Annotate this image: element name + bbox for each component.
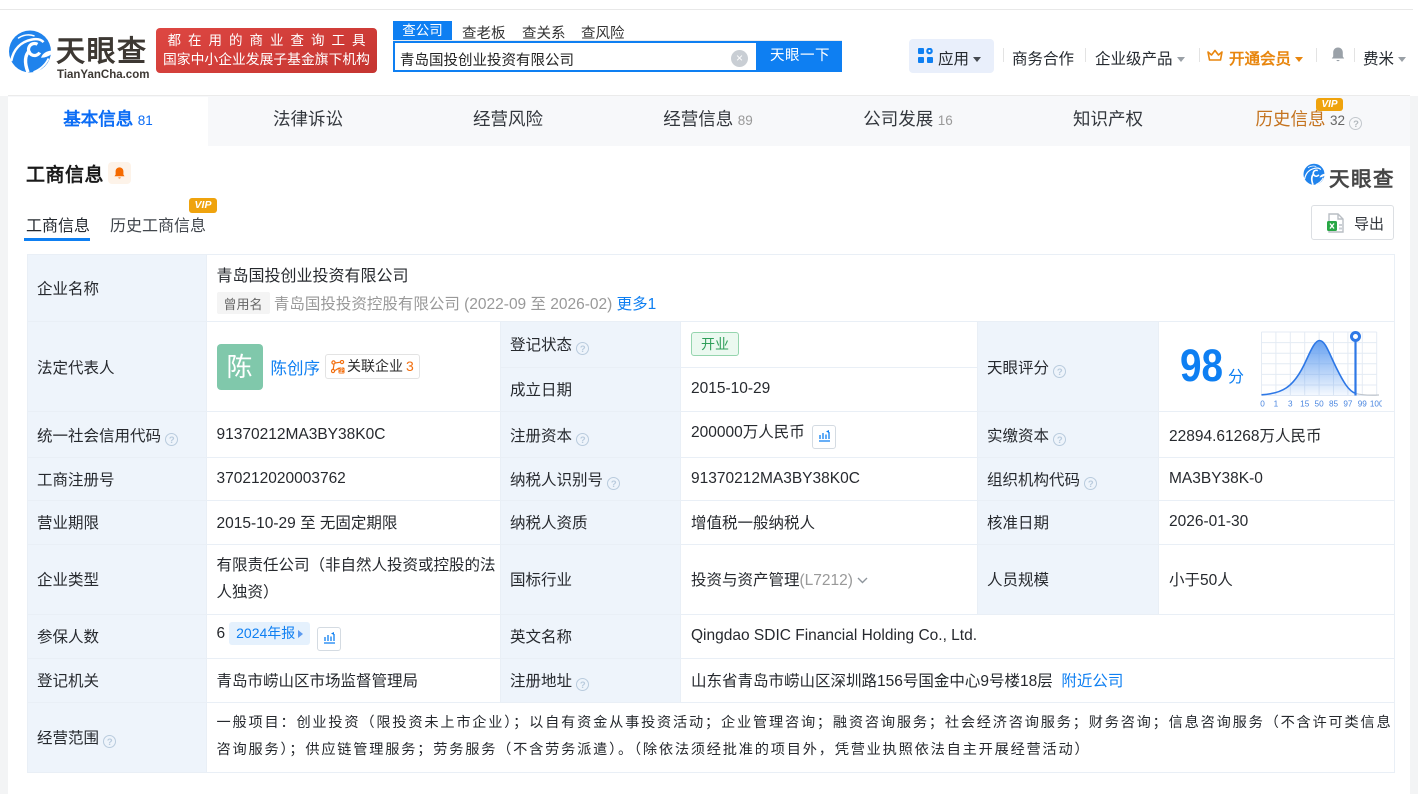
svg-text:企: 企 — [339, 366, 345, 373]
svg-text:100: 100 — [1370, 400, 1382, 409]
svg-text:97: 97 — [1343, 400, 1353, 409]
svg-text:99: 99 — [1358, 400, 1368, 409]
svg-text:1: 1 — [1274, 400, 1279, 409]
svg-text:3: 3 — [1288, 400, 1293, 409]
svg-text:0: 0 — [1260, 400, 1265, 409]
svg-text:85: 85 — [1329, 400, 1339, 409]
svg-text:15: 15 — [1300, 400, 1310, 409]
svg-text:50: 50 — [1315, 400, 1325, 409]
